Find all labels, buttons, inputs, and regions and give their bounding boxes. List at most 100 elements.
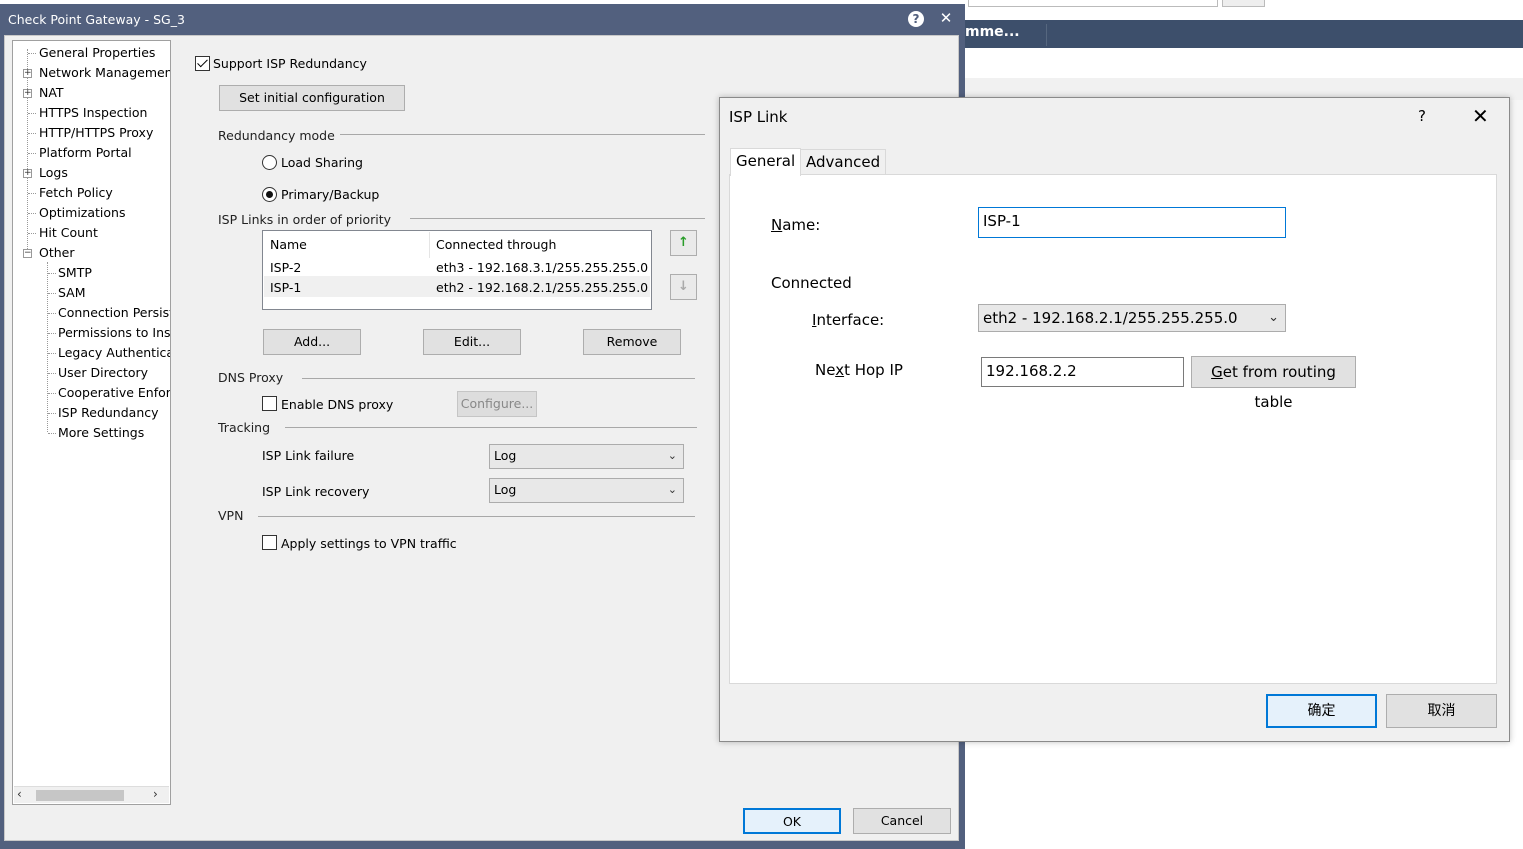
expand-icon[interactable]: +: [23, 89, 32, 98]
isp-link-recovery-value: Log: [494, 482, 517, 497]
divider: [410, 218, 705, 219]
tree-item[interactable]: Other: [39, 243, 75, 263]
isp-name-cell: ISP-2: [270, 260, 302, 275]
tree-connector: [28, 193, 36, 194]
tab-advanced[interactable]: Advanced: [800, 149, 887, 175]
vpn-heading: VPN: [218, 508, 244, 523]
background-search-field[interactable]: [968, 0, 1218, 7]
dialog-ok-button[interactable]: 确定: [1266, 694, 1377, 728]
tab-general[interactable]: General: [730, 148, 802, 176]
column-header-name[interactable]: Name: [270, 237, 307, 252]
isp-link-recovery-label: ISP Link recovery: [262, 484, 370, 499]
tree-connector: [28, 133, 36, 134]
isp-link-dialog: ISP Link ? ✕ General Advanced Name: ISP-…: [719, 97, 1510, 742]
column-header-connected-through[interactable]: Connected through: [436, 237, 556, 252]
tracking-heading: Tracking: [218, 420, 271, 435]
arrow-down-icon: ↓: [678, 279, 689, 294]
isp-name-cell: ISP-1: [270, 280, 302, 295]
configure-button[interactable]: Configure...: [457, 391, 537, 417]
support-isp-redundancy-checkbox[interactable]: [195, 56, 210, 71]
table-row[interactable]: ISP-2 eth3 - 192.168.3.1/255.255.255.0: [264, 258, 650, 278]
tree-item[interactable]: Fetch Policy: [39, 183, 113, 203]
tree-child-item[interactable]: ISP Redundancy: [58, 403, 159, 423]
tree-connector: [48, 413, 56, 414]
expand-icon[interactable]: +: [23, 169, 32, 178]
tree-connector: [48, 293, 56, 294]
tree-child-item[interactable]: Legacy Authenticati: [58, 343, 170, 363]
tree-item[interactable]: HTTPS Inspection: [39, 103, 147, 123]
tree-child-item[interactable]: More Settings: [58, 423, 144, 443]
scroll-left-icon[interactable]: ‹: [17, 787, 22, 801]
tree-connector: [28, 233, 36, 234]
tree-item[interactable]: General Properties: [39, 43, 155, 63]
ok-button[interactable]: OK: [743, 808, 841, 834]
tree-item[interactable]: HTTP/HTTPS Proxy: [39, 123, 153, 143]
chevron-down-icon: ⌄: [1268, 310, 1279, 325]
tree-item[interactable]: NAT: [39, 83, 64, 103]
load-sharing-radio[interactable]: [262, 155, 277, 170]
tree-horizontal-scrollbar[interactable]: ‹ ›: [14, 786, 169, 803]
add-button[interactable]: Add...: [263, 329, 361, 355]
background-header-label[interactable]: mme...: [965, 24, 1047, 46]
primary-backup-radio[interactable]: [262, 187, 277, 202]
interface-select[interactable]: eth2 - 192.168.2.1/255.255.255.0 ⌄: [978, 304, 1286, 332]
tree-connector: [28, 213, 36, 214]
tree-child-item[interactable]: SAM: [58, 283, 86, 303]
tree-child-item[interactable]: Permissions to Insta: [58, 323, 170, 343]
tree-child-item[interactable]: Cooperative Enforc: [58, 383, 170, 403]
primary-backup-label: Primary/Backup: [281, 187, 380, 202]
tree-item[interactable]: Hit Count: [39, 223, 98, 243]
tree-connector: [48, 273, 56, 274]
tree-child-item[interactable]: User Directory: [58, 363, 148, 383]
window-title: Check Point Gateway - SG_3: [8, 12, 185, 27]
move-down-button[interactable]: ↓: [670, 274, 697, 300]
chevron-down-icon: ⌄: [667, 449, 677, 462]
chevron-down-icon: ⌄: [667, 483, 677, 496]
edit-button[interactable]: Edit...: [423, 329, 521, 355]
tree-connector: [48, 393, 56, 394]
tree-item[interactable]: Platform Portal: [39, 143, 132, 163]
scroll-right-icon[interactable]: ›: [153, 787, 158, 801]
isp-link-recovery-select[interactable]: Log ⌄: [489, 478, 684, 503]
isp-link-failure-select[interactable]: Log ⌄: [489, 444, 684, 469]
divider: [285, 427, 697, 428]
tree-item[interactable]: Optimizations: [39, 203, 125, 223]
name-input[interactable]: ISP-1: [978, 207, 1286, 238]
isp-links-list[interactable]: Name Connected through ISP-2 eth3 - 192.…: [262, 230, 652, 310]
enable-dns-proxy-label: Enable DNS proxy: [281, 397, 394, 412]
tree-connector: [48, 333, 56, 334]
tree-child-item[interactable]: SMTP: [58, 263, 92, 283]
connected-label: Connected: [771, 274, 852, 292]
move-up-button[interactable]: ↑: [670, 230, 697, 256]
help-icon[interactable]: ?: [908, 11, 924, 27]
table-row[interactable]: ISP-1 eth2 - 192.168.2.1/255.255.255.0: [264, 278, 650, 298]
expand-icon[interactable]: +: [23, 69, 32, 78]
dialog-cancel-button[interactable]: 取消: [1386, 694, 1497, 728]
set-initial-configuration-button[interactable]: Set initial configuration: [219, 85, 405, 111]
background-search-button[interactable]: [1222, 0, 1265, 7]
redundancy-mode-heading: Redundancy mode: [218, 128, 335, 143]
apply-vpn-checkbox[interactable]: [262, 535, 277, 550]
tree-connector: [48, 313, 56, 314]
close-icon[interactable]: ✕: [936, 8, 956, 28]
remove-button[interactable]: Remove: [583, 329, 681, 355]
tree-item[interactable]: Network Management: [39, 63, 170, 83]
enable-dns-proxy-checkbox[interactable]: [262, 396, 277, 411]
interface-label: Interface:: [812, 311, 885, 329]
collapse-icon[interactable]: −: [23, 249, 32, 258]
next-hop-ip-input[interactable]: 192.168.2.2: [981, 357, 1184, 387]
tree-guide: [27, 49, 28, 253]
tree-connector: [48, 373, 56, 374]
tree-child-item[interactable]: Connection Persiste: [58, 303, 170, 323]
tree-item[interactable]: Logs: [39, 163, 68, 183]
support-isp-redundancy-label: Support ISP Redundancy: [213, 56, 367, 71]
tree-connector: [28, 153, 36, 154]
tree-guide-other: [47, 262, 48, 432]
cancel-button[interactable]: Cancel: [853, 808, 951, 834]
connected-through-cell: eth3 - 192.168.3.1/255.255.255.0: [436, 260, 649, 275]
dialog-help-icon[interactable]: ?: [1418, 107, 1426, 125]
dialog-title: ISP Link: [729, 108, 788, 126]
get-from-routing-table-button[interactable]: Get from routing table: [1191, 356, 1356, 411]
scroll-thumb[interactable]: [36, 790, 124, 801]
dialog-close-icon[interactable]: ✕: [1472, 104, 1489, 128]
